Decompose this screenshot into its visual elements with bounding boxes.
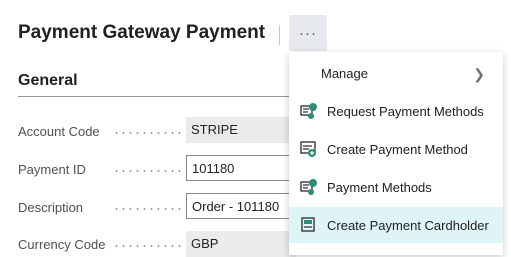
field-dots [113, 170, 183, 172]
menu-item-create-payment-cardholder[interactable]: Create Payment Cardholder [289, 207, 503, 243]
field-dots [113, 208, 183, 210]
menu-item-manage[interactable]: Manage ❯ [289, 55, 503, 91]
menu-item-label: Payment Methods [327, 179, 432, 195]
menu-item-payment-methods[interactable]: Payment Methods [289, 169, 503, 205]
description-field[interactable]: Order - 101180 [186, 193, 296, 219]
currency-code-field[interactable]: GBP [186, 231, 296, 257]
field-dots [113, 132, 183, 134]
menu-item-request-payment-methods[interactable]: Request Payment Methods [289, 93, 503, 129]
request-payment-methods-icon [299, 101, 319, 121]
create-payment-method-icon [299, 139, 319, 159]
account-code-field[interactable]: STRIPE [186, 117, 296, 143]
more-options-button[interactable]: ··· [289, 15, 327, 51]
payment-id-label: Payment ID [18, 162, 86, 177]
payment-id-field[interactable]: 101180 [186, 155, 296, 181]
menu-item-label: Request Payment Methods [327, 103, 484, 119]
menu-item-label: Create Payment Method [327, 141, 468, 157]
section-title-general[interactable]: General [18, 72, 78, 90]
currency-code-label: Currency Code [18, 237, 106, 252]
menu-item-label: Manage [321, 65, 368, 81]
section-divider [18, 96, 290, 97]
menu-item-create-payment-method[interactable]: Create Payment Method [289, 131, 503, 167]
description-label: Description [18, 200, 84, 215]
payment-methods-icon [299, 177, 319, 197]
actions-menu: Manage ❯ Request Payment Methods Create … [289, 52, 503, 255]
menu-item-label: Create Payment Cardholder [327, 217, 489, 233]
title-divider [279, 25, 280, 45]
account-code-label: Account Code [18, 124, 100, 139]
page-title: Payment Gateway Payment [18, 22, 266, 43]
chevron-right-icon: ❯ [473, 66, 485, 82]
field-dots [113, 245, 183, 247]
create-payment-cardholder-icon [299, 215, 319, 235]
